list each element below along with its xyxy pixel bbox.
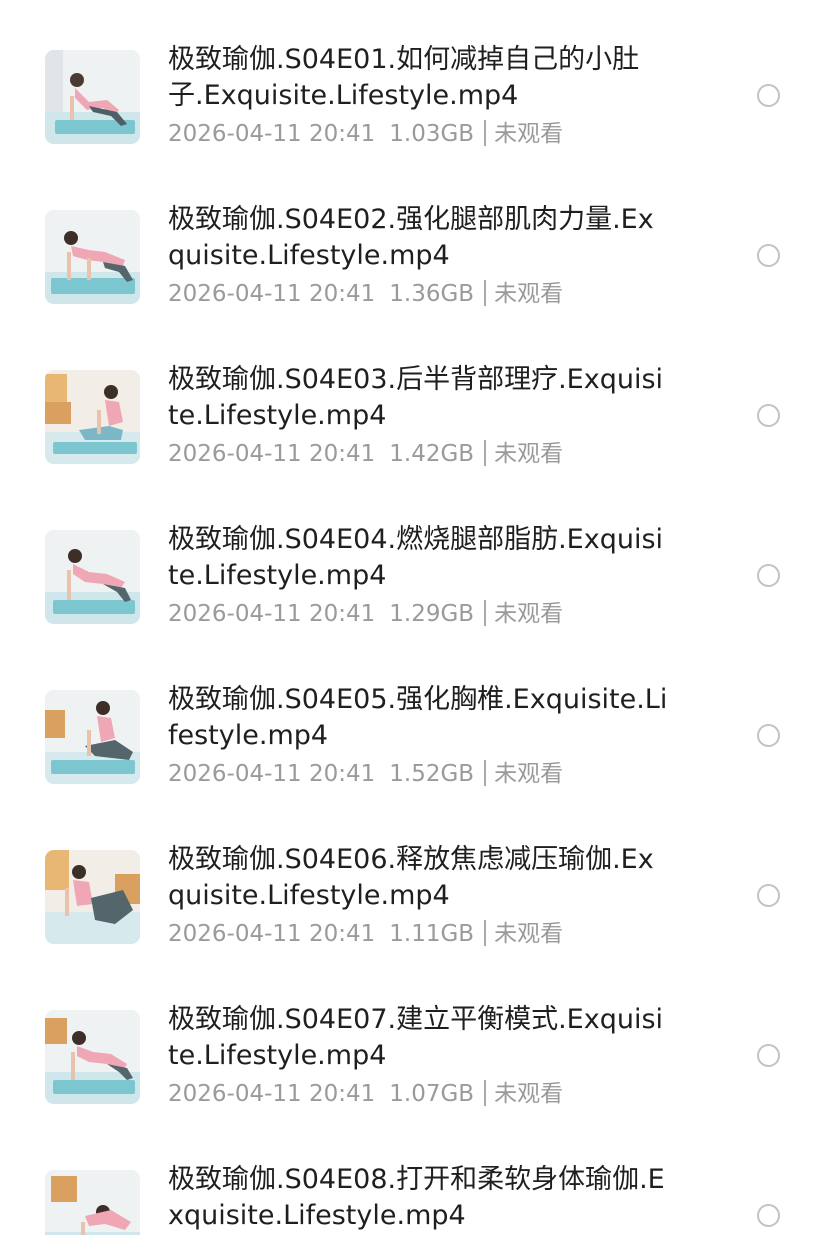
meta-divider — [484, 280, 487, 306]
file-meta: 2026-04-11 20:41 1.03GB 未观看 — [168, 117, 563, 151]
file-size: 1.52GB — [389, 761, 475, 787]
meta-divider — [484, 440, 487, 466]
file-date: 2026-04-11 20:41 — [168, 121, 376, 147]
meta-divider — [484, 920, 487, 946]
file-date: 2026-04-11 20:41 — [168, 921, 376, 947]
video-thumbnail-icon — [45, 1010, 140, 1104]
file-meta: 2026-04-11 20:41 1.29GB 未观看 — [168, 597, 563, 631]
meta-divider — [484, 600, 487, 626]
file-row[interactable]: 极致瑜伽.S04E02.强化腿部肌肉力量.Exquisite.Lifestyle… — [0, 160, 833, 320]
watch-status: 未观看 — [494, 121, 564, 147]
select-radio[interactable] — [757, 1044, 780, 1067]
meta-divider — [484, 760, 487, 786]
file-size: 1.42GB — [389, 441, 475, 467]
file-meta: 2026-04-11 20:41 1.42GB 未观看 — [168, 437, 563, 471]
video-thumbnail-icon — [45, 370, 140, 464]
select-radio[interactable] — [757, 724, 780, 747]
video-thumbnail-icon — [45, 210, 140, 304]
file-title: 极致瑜伽.S04E04.燃烧腿部脂肪.Exquisite.Lifestyle.m… — [168, 524, 664, 591]
file-size: 1.11GB — [389, 921, 475, 947]
video-file-list: 极致瑜伽.S04E01.如何减掉自己的小肚子.Exquisite.Lifesty… — [0, 0, 833, 1235]
select-radio[interactable] — [757, 1204, 780, 1227]
select-radio[interactable] — [757, 884, 780, 907]
file-date: 2026-04-11 20:41 — [168, 761, 376, 787]
watch-status: 未观看 — [494, 441, 564, 467]
file-row[interactable]: 极致瑜伽.S04E01.如何减掉自己的小肚子.Exquisite.Lifesty… — [0, 0, 833, 160]
meta-divider — [484, 120, 487, 146]
file-title: 极致瑜伽.S04E01.如何减掉自己的小肚子.Exquisite.Lifesty… — [168, 44, 640, 111]
watch-status: 未观看 — [494, 601, 564, 627]
video-thumbnail-icon — [45, 850, 140, 944]
file-title: 极致瑜伽.S04E05.强化胸椎.Exquisite.Lifestyle.mp4 — [168, 684, 668, 751]
file-meta: 2026-04-11 20:41 1.36GB 未观看 — [168, 277, 563, 311]
watch-status: 未观看 — [494, 921, 564, 947]
watch-status: 未观看 — [494, 1081, 564, 1107]
file-size: 1.36GB — [389, 281, 475, 307]
file-size: 1.03GB — [389, 121, 475, 147]
file-title: 极致瑜伽.S04E06.释放焦虑减压瑜伽.Exquisite.Lifestyle… — [168, 844, 654, 911]
file-date: 2026-04-11 20:41 — [168, 1081, 376, 1107]
watch-status: 未观看 — [494, 761, 564, 787]
file-date: 2026-04-11 20:41 — [168, 281, 376, 307]
file-row[interactable]: 极致瑜伽.S04E03.后半背部理疗.Exquisite.Lifestyle.m… — [0, 320, 833, 480]
watch-status: 未观看 — [494, 281, 564, 307]
select-radio[interactable] — [757, 564, 780, 587]
select-radio[interactable] — [757, 84, 780, 107]
file-title: 极致瑜伽.S04E03.后半背部理疗.Exquisite.Lifestyle.m… — [168, 364, 664, 431]
file-meta: 2026-04-11 20:41 1.52GB 未观看 — [168, 757, 563, 791]
file-row[interactable]: 极致瑜伽.S04E06.释放焦虑减压瑜伽.Exquisite.Lifestyle… — [0, 800, 833, 960]
video-thumbnail-icon — [45, 1170, 140, 1235]
meta-divider — [484, 1080, 487, 1106]
file-size: 1.07GB — [389, 1081, 475, 1107]
file-title: 极致瑜伽.S04E02.强化腿部肌肉力量.Exquisite.Lifestyle… — [168, 204, 654, 271]
select-radio[interactable] — [757, 404, 780, 427]
video-thumbnail-icon — [45, 530, 140, 624]
file-row[interactable]: 极致瑜伽.S04E08.打开和柔软身体瑜伽.Exquisite.Lifestyl… — [0, 1120, 833, 1235]
file-row[interactable]: 极致瑜伽.S04E07.建立平衡模式.Exquisite.Lifestyle.m… — [0, 960, 833, 1120]
video-thumbnail-icon — [45, 690, 140, 784]
file-meta: 2026-04-11 20:41 1.11GB 未观看 — [168, 917, 563, 951]
file-size: 1.29GB — [389, 601, 475, 627]
video-thumbnail-icon — [45, 50, 140, 144]
file-title: 极致瑜伽.S04E08.打开和柔软身体瑜伽.Exquisite.Lifestyl… — [168, 1164, 665, 1231]
file-meta: 2026-04-11 20:41 1.07GB 未观看 — [168, 1077, 563, 1111]
file-row[interactable]: 极致瑜伽.S04E04.燃烧腿部脂肪.Exquisite.Lifestyle.m… — [0, 480, 833, 640]
select-radio[interactable] — [757, 244, 780, 267]
file-date: 2026-04-11 20:41 — [168, 601, 376, 627]
file-row[interactable]: 极致瑜伽.S04E05.强化胸椎.Exquisite.Lifestyle.mp4… — [0, 640, 833, 800]
file-title: 极致瑜伽.S04E07.建立平衡模式.Exquisite.Lifestyle.m… — [168, 1004, 664, 1071]
file-date: 2026-04-11 20:41 — [168, 441, 376, 467]
